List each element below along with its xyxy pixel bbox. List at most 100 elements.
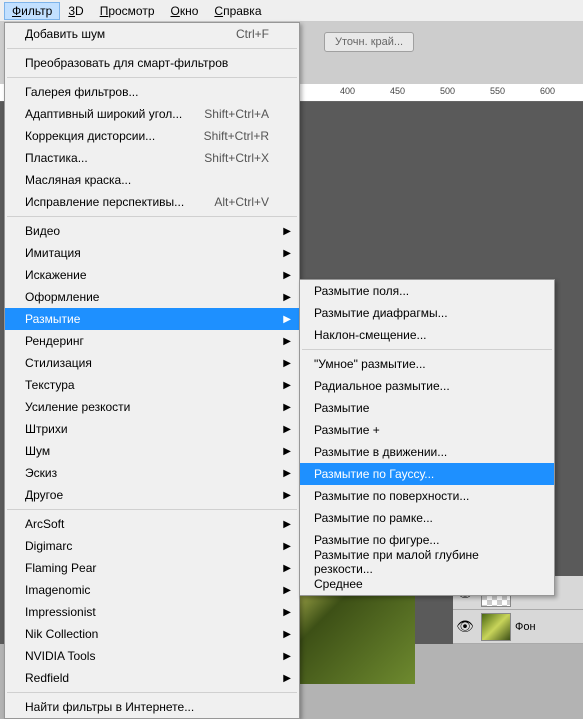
- menu-item-label: Imagenomic: [25, 583, 90, 597]
- blur-submenu-item[interactable]: Размытие: [300, 397, 554, 419]
- filter-menu-item[interactable]: Пластика...Shift+Ctrl+X: [5, 147, 299, 169]
- menu-item-label: Размытие по рамке...: [314, 511, 433, 525]
- menubar-item-справка[interactable]: Справка: [206, 2, 269, 20]
- filter-menu-item[interactable]: Усиление резкости▶: [5, 396, 299, 418]
- filter-menu-item[interactable]: Размытие ▶: [5, 308, 299, 330]
- submenu-arrow-icon: ▶: [283, 468, 291, 479]
- filter-menu-item[interactable]: NVIDIA Tools ▶: [5, 645, 299, 667]
- menu-item-label: Размытие по поверхности...: [314, 489, 469, 503]
- blur-submenu-item[interactable]: Радиальное размытие...: [300, 375, 554, 397]
- ruler-tick: 400: [340, 86, 355, 96]
- filter-menu-item[interactable]: Имитация▶: [5, 242, 299, 264]
- submenu-arrow-icon: ▶: [283, 226, 291, 237]
- menu-item-label: Рендеринг: [25, 334, 84, 348]
- menu-item-label: Эскиз: [25, 466, 57, 480]
- submenu-arrow-icon: ▶: [283, 314, 291, 325]
- filter-menu-item[interactable]: Стилизация▶: [5, 352, 299, 374]
- menubar-item-3d[interactable]: 3D: [60, 2, 91, 20]
- menu-item-label: Галерея фильтров...: [25, 85, 138, 99]
- filter-menu-item[interactable]: Видео ▶: [5, 220, 299, 242]
- menu-shortcut: Shift+Ctrl+A: [204, 107, 269, 121]
- menu-shortcut: Ctrl+F: [236, 27, 269, 41]
- filter-menu-item[interactable]: Flaming Pear▶: [5, 557, 299, 579]
- ruler-tick: 450: [390, 86, 405, 96]
- menu-separator: [7, 77, 297, 78]
- filter-menu-item[interactable]: Оформление▶: [5, 286, 299, 308]
- menubar-item-просмотр[interactable]: Просмотр: [92, 2, 163, 20]
- menu-item-label: Размытие при малой глубине резкости...: [314, 548, 524, 576]
- layer-thumbnail: [481, 613, 511, 641]
- menu-separator: [7, 509, 297, 510]
- submenu-arrow-icon: ▶: [283, 270, 291, 281]
- submenu-arrow-icon: ▶: [283, 651, 291, 662]
- menu-item-label: Добавить шум: [25, 27, 105, 41]
- ruler-tick: 600: [540, 86, 555, 96]
- filter-menu-item[interactable]: Адаптивный широкий угол... Shift+Ctrl+A: [5, 103, 299, 125]
- menu-item-label: Размытие: [25, 312, 80, 326]
- layer-row[interactable]: 👁 Фон: [453, 610, 583, 644]
- filter-menu-item[interactable]: Искажение▶: [5, 264, 299, 286]
- blur-submenu-item[interactable]: Размытие поля...: [300, 280, 554, 302]
- blur-submenu: Размытие поля... Размытие диафрагмы...Нак…: [299, 279, 555, 596]
- menu-item-label: Текстура: [25, 378, 75, 392]
- filter-menu-item[interactable]: Digimarc ▶: [5, 535, 299, 557]
- menu-item-label: Коррекция дисторсии...: [25, 129, 155, 143]
- filter-menu-item[interactable]: Галерея фильтров...: [5, 81, 299, 103]
- menu-item-label: Digimarc: [25, 539, 72, 553]
- menubar-item-фильтр[interactable]: Фильтр: [4, 2, 60, 20]
- filter-menu-item[interactable]: Коррекция дисторсии...Shift+Ctrl+R: [5, 125, 299, 147]
- menu-separator: [7, 48, 297, 49]
- blur-submenu-item[interactable]: Размытие диафрагмы...: [300, 302, 554, 324]
- filter-menu-item[interactable]: Найти фильтры в Интернете...: [5, 696, 299, 718]
- blur-submenu-item[interactable]: Размытие по рамке...: [300, 507, 554, 529]
- menu-separator: [302, 349, 552, 350]
- visibility-icon[interactable]: 👁: [453, 618, 477, 635]
- refine-edges-button[interactable]: Уточн. край...: [324, 32, 414, 52]
- filter-menu-item[interactable]: Текстура▶: [5, 374, 299, 396]
- menu-item-label: Размытие в движении...: [314, 445, 447, 459]
- blur-submenu-item[interactable]: Размытие +: [300, 419, 554, 441]
- menu-item-label: Размытие поля...: [314, 284, 409, 298]
- menu-item-label: Impressionist: [25, 605, 96, 619]
- filter-menu-item[interactable]: ArcSoft▶: [5, 513, 299, 535]
- filter-menu-item[interactable]: Масляная краска...: [5, 169, 299, 191]
- menu-separator: [7, 216, 297, 217]
- submenu-arrow-icon: ▶: [283, 629, 291, 640]
- filter-menu-item[interactable]: Impressionist▶: [5, 601, 299, 623]
- menu-item-label: Адаптивный широкий угол...: [25, 107, 182, 121]
- submenu-arrow-icon: ▶: [283, 424, 291, 435]
- menu-item-label: Масляная краска...: [25, 173, 131, 187]
- filter-menu-item[interactable]: Преобразовать для смарт-фильтров: [5, 52, 299, 74]
- filter-menu-item[interactable]: Штрихи ▶: [5, 418, 299, 440]
- filter-menu-item[interactable]: Шум▶: [5, 440, 299, 462]
- submenu-arrow-icon: ▶: [283, 673, 291, 684]
- blur-submenu-item[interactable]: Среднее: [300, 573, 554, 595]
- filter-menu-item[interactable]: Добавить шум Ctrl+F: [5, 23, 299, 45]
- menu-shortcut: Shift+Ctrl+X: [204, 151, 269, 165]
- blur-submenu-item[interactable]: Размытие по поверхности...: [300, 485, 554, 507]
- menu-item-label: Nik Collection: [25, 627, 98, 641]
- blur-submenu-item[interactable]: Размытие в движении...: [300, 441, 554, 463]
- menu-item-label: Штрихи: [25, 422, 68, 436]
- filter-menu-item[interactable]: Эскиз ▶: [5, 462, 299, 484]
- blur-submenu-item[interactable]: "Умное" размытие...: [300, 353, 554, 375]
- submenu-arrow-icon: ▶: [283, 585, 291, 596]
- layer-name: Фон: [515, 621, 583, 633]
- menu-item-label: Видео: [25, 224, 60, 238]
- menubar-item-окно[interactable]: Окно: [163, 2, 207, 20]
- blur-submenu-item[interactable]: Размытие при малой глубине резкости...: [300, 551, 554, 573]
- blur-submenu-item[interactable]: Наклон-смещение...: [300, 324, 554, 346]
- filter-menu-item[interactable]: Imagenomic ▶: [5, 579, 299, 601]
- filter-menu-item[interactable]: Рендеринг▶: [5, 330, 299, 352]
- filter-menu-item[interactable]: Redfield▶: [5, 667, 299, 689]
- filter-menu-item[interactable]: Исправление перспективы...Alt+Ctrl+V: [5, 191, 299, 213]
- ruler-tick: 500: [440, 86, 455, 96]
- filter-menu-item[interactable]: Другое▶: [5, 484, 299, 506]
- menu-item-label: Размытие по Гауссу...: [314, 467, 434, 481]
- ruler-tick: 550: [490, 86, 505, 96]
- menu-item-label: Размытие +: [314, 423, 380, 437]
- menu-item-label: NVIDIA Tools: [25, 649, 95, 663]
- submenu-arrow-icon: ▶: [283, 541, 291, 552]
- blur-submenu-item[interactable]: Размытие по Гауссу...: [300, 463, 554, 485]
- filter-menu-item[interactable]: Nik Collection ▶: [5, 623, 299, 645]
